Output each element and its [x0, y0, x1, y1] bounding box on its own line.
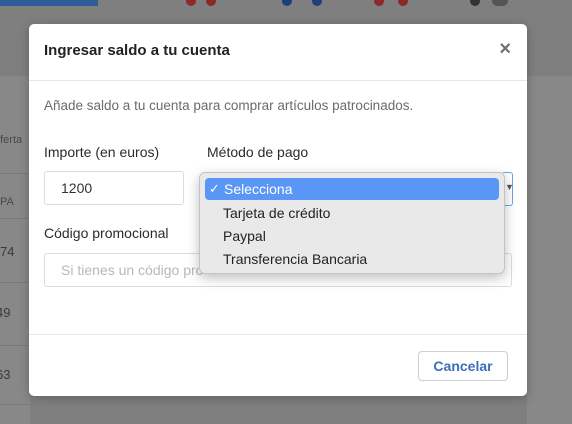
background-toolbar-icon: [492, 0, 508, 6]
option-label: Tarjeta de crédito: [223, 205, 331, 221]
payment-method-dropdown: ✓ Selecciona Tarjeta de crédito Paypal T…: [199, 172, 505, 274]
background-text: 74: [0, 244, 15, 259]
close-icon[interactable]: ×: [499, 39, 511, 59]
background-divider: [0, 345, 30, 346]
background-toolbar-icon: [282, 0, 292, 6]
checkmark-icon: ✓: [209, 181, 220, 196]
payment-option-tarjeta[interactable]: Tarjeta de crédito: [200, 202, 504, 224]
background-toolbar-icon: [398, 0, 408, 6]
modal-header: Ingresar saldo a tu cuenta ×: [29, 24, 527, 81]
amount-label: Importe (en euros): [44, 144, 160, 160]
background-top-button: [0, 0, 98, 6]
background-divider: [0, 173, 30, 174]
background-text: oferta: [0, 134, 23, 146]
background-toolbar-icon: [374, 0, 384, 6]
option-label: Transferencia Bancaria: [223, 251, 368, 267]
background-divider: [0, 282, 30, 283]
promo-code-label: Código promocional: [44, 225, 169, 241]
background-table-right: [527, 76, 572, 424]
modal-title: Ingresar saldo a tu cuenta: [44, 42, 230, 59]
amount-input[interactable]: [44, 171, 184, 205]
chevron-down-icon: ▼: [505, 182, 514, 192]
option-label: Paypal: [223, 228, 266, 244]
payment-option-transferencia[interactable]: Transferencia Bancaria: [200, 248, 504, 270]
background-divider: [0, 404, 30, 405]
cancel-button[interactable]: Cancelar: [418, 351, 508, 381]
background-toolbar-icon: [186, 0, 196, 6]
background-text: 49: [0, 305, 11, 320]
background-toolbar-icon: [312, 0, 322, 6]
background-toolbar-icon: [206, 0, 216, 6]
payment-method-label: Método de pago: [207, 144, 309, 160]
payment-option-paypal[interactable]: Paypal: [200, 225, 504, 247]
option-label: Selecciona: [224, 181, 293, 197]
payment-option-selecciona[interactable]: ✓ Selecciona: [205, 178, 499, 200]
background-text: PA: [0, 196, 14, 208]
footer-divider: [29, 334, 527, 335]
modal-description: Añade saldo a tu cuenta para comprar art…: [44, 98, 414, 113]
background-toolbar-icon: [470, 0, 480, 6]
background-text: 63: [0, 367, 11, 382]
background-divider: [0, 218, 30, 219]
